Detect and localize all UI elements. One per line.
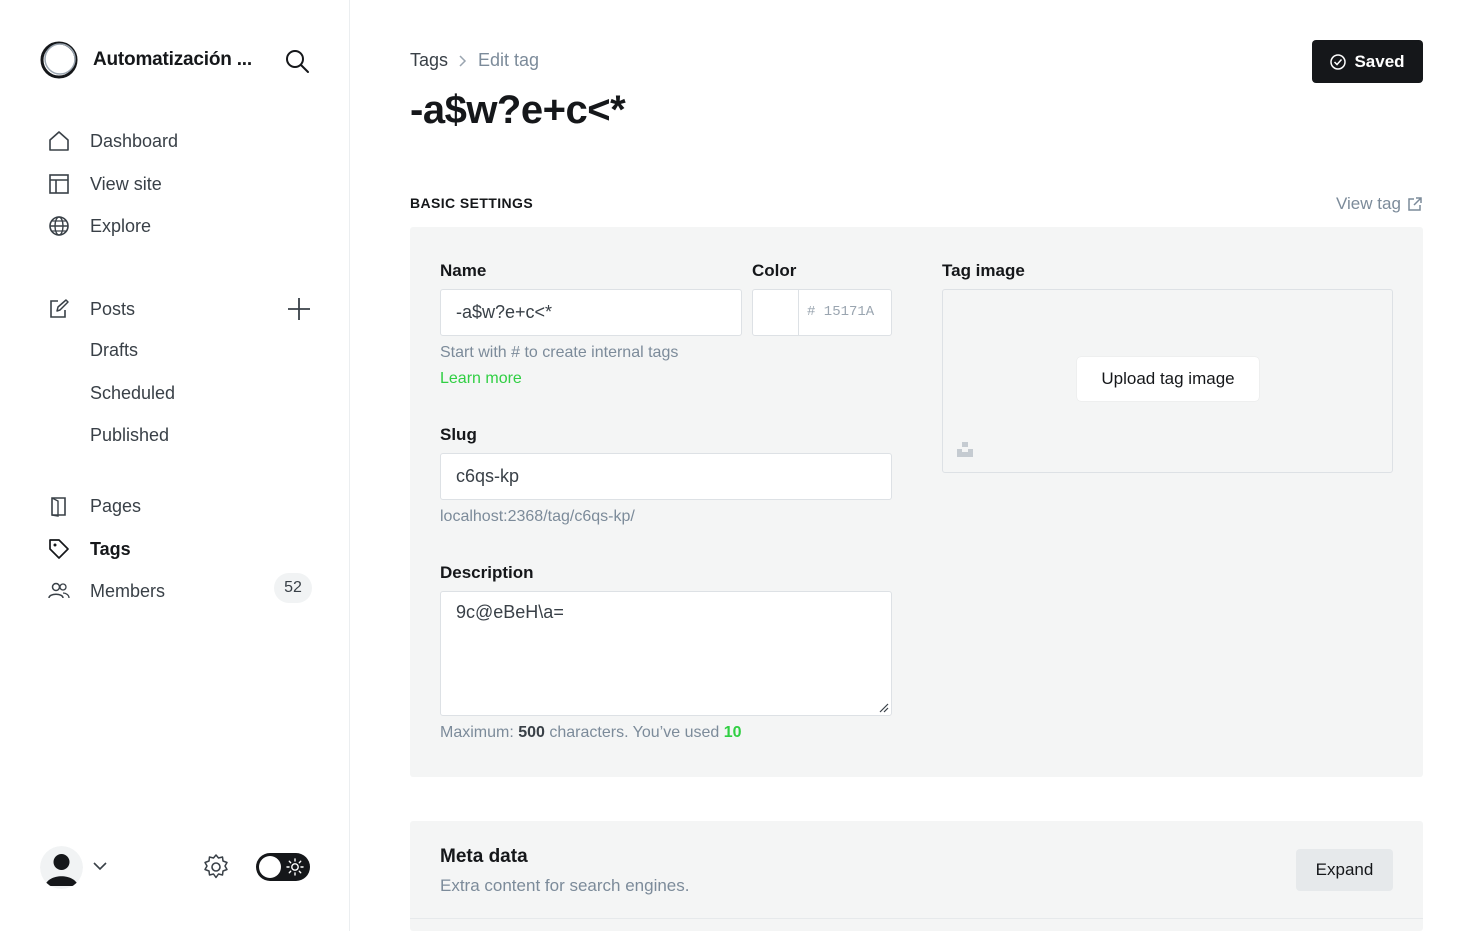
description-textarea[interactable]: 9c@eBeH\a= — [440, 591, 892, 716]
color-label: Color — [752, 261, 797, 280]
globe-icon — [49, 216, 69, 236]
nav-members[interactable]: Members 52 — [40, 573, 312, 609]
upload-tag-image-button[interactable]: Upload tag image — [1077, 357, 1259, 401]
pages-icon — [51, 497, 66, 517]
saved-button[interactable]: Saved — [1312, 40, 1423, 83]
tag-image-label: Tag image — [942, 261, 1025, 280]
resize-handle-icon[interactable] — [879, 703, 889, 713]
members-count-badge: 52 — [274, 573, 312, 603]
check-circle-icon — [1330, 53, 1347, 70]
name-hint: Start with # to create internal tags — [440, 344, 679, 361]
meta-data-title: Meta data — [440, 846, 528, 867]
nav-explore-label: Explore — [90, 215, 152, 236]
members-icon — [48, 582, 70, 599]
saved-button-label: Saved — [1354, 51, 1405, 71]
learn-more-link[interactable]: Learn more — [440, 370, 522, 388]
nav-tags[interactable]: Tags — [40, 531, 312, 567]
sun-icon — [286, 858, 304, 876]
breadcrumb-current: Edit tag — [478, 50, 540, 70]
nav-posts-label: Posts — [90, 298, 136, 319]
character-count: Maximum: 500 characters. You’ve used 10 — [440, 724, 742, 741]
description-label: Description — [440, 563, 534, 582]
slug-input[interactable]: c6qs-kp — [440, 453, 892, 500]
nav-scheduled[interactable]: Scheduled — [90, 383, 175, 404]
nav-explore[interactable]: Explore — [40, 208, 312, 244]
color-swatch[interactable] — [753, 290, 799, 335]
description-value: 9c@eBeH\a= — [456, 602, 564, 622]
slug-url: localhost:2368/tag/c6qs-kp/ — [440, 508, 635, 525]
color-input[interactable]: # 15171A — [752, 289, 892, 336]
meta-data-panel: Meta data Extra content for search engin… — [410, 821, 1423, 931]
nav-members-label: Members — [90, 580, 166, 601]
page-title: -a$w?e+c<* — [410, 88, 626, 132]
nav-view-site[interactable]: View site — [40, 166, 312, 202]
nav-dashboard[interactable]: Dashboard — [40, 123, 312, 159]
chevron-down-icon[interactable] — [92, 858, 108, 874]
view-tag-link[interactable]: View tag — [1336, 194, 1423, 214]
nav-pages-label: Pages — [90, 495, 142, 516]
name-input[interactable]: -a$w?e+c<* — [440, 289, 742, 336]
tag-image-dropzone[interactable]: Upload tag image — [942, 289, 1393, 473]
nav-posts[interactable]: Posts — [40, 291, 270, 327]
tag-icon — [49, 539, 69, 559]
slug-label: Slug — [440, 425, 477, 444]
basic-settings-heading: BASIC SETTINGS — [410, 195, 534, 211]
nav-tags-label: Tags — [90, 538, 131, 559]
view-tag-label: View tag — [1336, 194, 1401, 213]
unsplash-icon[interactable] — [956, 440, 974, 458]
nav-pages[interactable]: Pages — [40, 488, 312, 524]
sidebar: Automatización ... Dashboard View site E… — [0, 0, 350, 931]
site-header: Automatización ... — [40, 40, 310, 80]
site-logo-icon[interactable] — [40, 41, 78, 79]
gear-icon[interactable] — [202, 853, 230, 881]
toggle-knob — [259, 856, 281, 878]
breadcrumb-tags-link[interactable]: Tags — [410, 50, 448, 71]
layout-icon — [49, 174, 69, 194]
theme-toggle[interactable] — [256, 853, 310, 881]
chevron-right-icon — [459, 54, 467, 67]
new-post-plus-icon[interactable] — [286, 296, 312, 322]
nav-published[interactable]: Published — [90, 425, 169, 446]
user-avatar-icon — [40, 846, 83, 889]
meta-data-subtitle: Extra content for search engines. — [440, 876, 690, 895]
expand-button[interactable]: Expand — [1296, 849, 1393, 891]
color-hex-value: # 15171A — [807, 304, 875, 320]
nav-view-site-label: View site — [90, 173, 162, 194]
name-label: Name — [440, 261, 487, 280]
nav-dashboard-label: Dashboard — [90, 130, 179, 151]
home-icon — [49, 131, 69, 151]
site-title[interactable]: Automatización ... — [93, 49, 252, 71]
nav-drafts[interactable]: Drafts — [90, 340, 138, 361]
breadcrumb: Tags Edit tag — [410, 50, 539, 71]
search-icon[interactable] — [284, 48, 310, 74]
divider — [410, 918, 1423, 919]
user-avatar[interactable] — [40, 846, 83, 889]
basic-settings-panel: Name -a$w?e+c<* Start with # to create i… — [410, 227, 1423, 777]
pencil-square-icon — [50, 299, 69, 318]
external-link-icon — [1408, 197, 1422, 211]
